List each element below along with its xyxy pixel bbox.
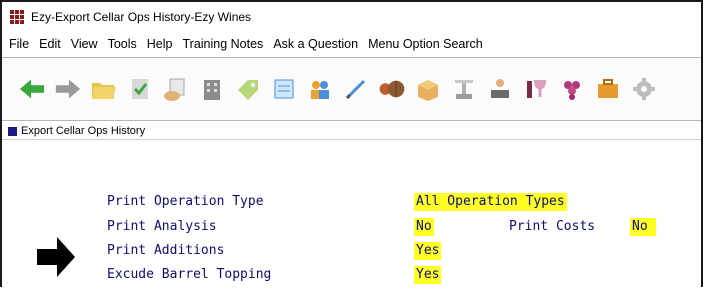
menu-view[interactable]: View	[71, 37, 98, 51]
document-icon[interactable]	[270, 75, 298, 103]
print-additions-field[interactable]: Yes	[414, 242, 442, 260]
print-costs-label: Print Costs	[509, 219, 596, 234]
menu-bar: File Edit View Tools Help Training Notes…	[2, 33, 701, 55]
document-check-icon[interactable]	[126, 75, 154, 103]
scale-icon[interactable]	[450, 75, 478, 103]
app-window: Ezy-Export Cellar Ops History-Ezy Wines …	[0, 0, 703, 287]
print-analysis-field[interactable]: No	[414, 218, 434, 236]
print-additions-label: Print Additions	[107, 243, 225, 258]
gear-icon[interactable]	[630, 75, 658, 103]
menu-option-search[interactable]: Menu Option Search	[368, 37, 483, 51]
menu-tools[interactable]: Tools	[108, 37, 137, 51]
exclude-barrel-topping-label: Excude Barrel Topping	[107, 267, 272, 282]
print-costs-field[interactable]: No	[630, 218, 656, 236]
panel-header: Export Cellar Ops History	[2, 123, 701, 140]
print-operation-type-label: Print Operation Type	[107, 194, 264, 209]
back-arrow-icon[interactable]	[18, 75, 46, 103]
barrel-icon[interactable]	[378, 75, 406, 103]
menu-ask-a-question[interactable]: Ask a Question	[273, 37, 358, 51]
pen-icon[interactable]	[342, 75, 370, 103]
right-arrow-icon	[37, 237, 75, 277]
exclude-barrel-topping-field[interactable]: Yes	[414, 266, 442, 284]
hand-document-icon[interactable]	[162, 75, 190, 103]
title-bar: Ezy-Export Cellar Ops History-Ezy Wines	[2, 2, 701, 32]
grapes-icon[interactable]	[558, 75, 586, 103]
window-title: Ezy-Export Cellar Ops History-Ezy Wines	[31, 10, 252, 24]
wine-glass-icon[interactable]	[522, 75, 550, 103]
options-form: Print Operation Type All Operation Types…	[2, 139, 701, 289]
print-analysis-label: Print Analysis	[107, 219, 217, 234]
toolbar	[2, 57, 701, 121]
forward-arrow-icon[interactable]	[54, 75, 82, 103]
panel-icon	[8, 126, 17, 136]
menu-edit[interactable]: Edit	[39, 37, 61, 51]
folder-open-icon[interactable]	[90, 75, 118, 103]
building-icon[interactable]	[198, 75, 226, 103]
briefcase-icon[interactable]	[594, 75, 622, 103]
panel-title: Export Cellar Ops History	[21, 125, 146, 137]
person-laptop-icon[interactable]	[486, 75, 514, 103]
people-icon[interactable]	[306, 75, 334, 103]
menu-help[interactable]: Help	[147, 37, 173, 51]
tag-icon[interactable]	[234, 75, 262, 103]
box-icon[interactable]	[414, 75, 442, 103]
menu-training-notes[interactable]: Training Notes	[182, 37, 263, 51]
app-icon	[10, 10, 24, 24]
menu-file[interactable]: File	[9, 37, 29, 51]
print-operation-type-field[interactable]: All Operation Types	[414, 193, 567, 211]
